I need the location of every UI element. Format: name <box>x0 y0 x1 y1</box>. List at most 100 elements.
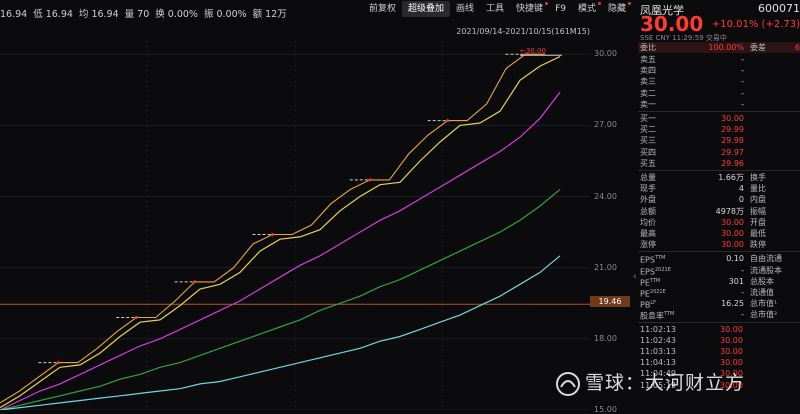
stat-row-value: 30.00 <box>721 229 744 238</box>
stat-row-label: 总额 <box>640 206 656 216</box>
trade-time: 11:03:13 <box>640 347 676 356</box>
fundamental-row: 股息率TTM - 总市值² <box>638 309 800 321</box>
ask-row-label: 卖一 <box>640 99 656 109</box>
toolbar-button-6[interactable]: 模式 <box>572 1 602 17</box>
stat-row-value: 30.00 <box>721 240 744 250</box>
limit-up-marker <box>368 178 372 182</box>
top-stat-5: 振 0.00% <box>203 9 247 20</box>
stat-row-label2: 最低 <box>750 229 766 238</box>
bid-row-value: 29.96 <box>721 158 744 168</box>
fundamental-label2: 流通股本 <box>750 265 782 275</box>
series-line-4 <box>0 255 561 410</box>
toolbar-button-5[interactable]: F9 <box>549 1 572 17</box>
price-chart[interactable]: ←30.00 <box>0 40 590 410</box>
stat-row-label2: 量比 <box>750 184 766 194</box>
trade-time: 11:02:43 <box>640 335 676 345</box>
stat-row-label2: 跌停 <box>750 240 766 250</box>
stat-row-label: 最高 <box>640 229 656 238</box>
toolbar-button-2[interactable]: 画线 <box>450 1 480 17</box>
toolbar-button-3[interactable]: 工具 <box>480 1 510 17</box>
ask-row: 卖五 - <box>638 54 800 65</box>
chart-area[interactable]: 16.94 低 16.94 均 16.94 量 70 换 0.00% 振 0.00% 额 1… <box>0 0 632 414</box>
collapse-arrow-icon[interactable]: ‹ <box>633 272 637 282</box>
limit-up-marker <box>446 119 450 123</box>
top-stat-0: 16.94 <box>0 9 28 20</box>
fundamental-row: PBLF 16.25 总市值¹ <box>638 298 800 310</box>
stat-row-value: 4978万 <box>715 206 744 216</box>
stat-row-label: 涨停 <box>640 240 656 250</box>
price-change: +10.01% (+2.73) <box>711 19 800 30</box>
ask-row-value: - <box>741 99 744 109</box>
stat-row-label2: 内盘 <box>750 195 766 205</box>
chart-toolbar: 前复权 超级叠加 画线 工具 快捷键 F9 模式 隐藏 <box>363 0 632 18</box>
bid-row: 买一 30.00 <box>638 113 800 124</box>
stat-row-value: 1.66万 <box>718 173 744 182</box>
ask-row-label: 卖五 <box>640 55 656 64</box>
toolbar-button-0[interactable]: 前复权 <box>363 1 402 17</box>
limit-up-marker <box>134 316 138 319</box>
ask-row: 卖一 - <box>638 99 800 110</box>
price-tick-label: 21.00 <box>594 262 617 272</box>
stat-row-label2: 开盘 <box>750 217 766 227</box>
fundamental-label2: 流通值 <box>750 288 774 297</box>
series-line-1 <box>0 56 561 409</box>
top-stat-4: 换 0.00% <box>155 9 198 20</box>
stat-row-label2: 换手 <box>750 173 766 182</box>
watermark-text: 雪球：大河财立方 <box>585 372 746 394</box>
series-line-3 <box>0 188 561 410</box>
trade-row: 11:03:13 30.00 <box>638 346 800 357</box>
top-stat-2: 均 16.94 <box>78 9 119 20</box>
fundamental-value: 301 <box>728 276 744 286</box>
ask-row-value: - <box>741 88 744 98</box>
snowball-logo-icon <box>556 371 580 396</box>
stat-row: 总额 4978万 振幅 <box>638 206 800 217</box>
fundamental-value: 0.10 <box>726 254 744 264</box>
trade-row: 11:02:43 30.00 <box>638 335 800 346</box>
stat-row-value: 0 <box>738 195 744 205</box>
price-tick-label: 27.00 <box>594 120 617 130</box>
price-tick-label: 18.00 <box>594 333 617 343</box>
bid-row-label: 买一 <box>640 114 656 123</box>
fundamental-value: - <box>741 310 744 320</box>
bid-row-value: 29.97 <box>721 147 744 157</box>
weibi-label: 委比 <box>640 43 656 52</box>
stock-code: 600071 <box>758 2 800 15</box>
stat-row-label2: 振幅 <box>750 206 766 216</box>
toolbar-button-4[interactable]: 快捷键 <box>510 1 549 17</box>
price-tick-label: 30.00 <box>594 49 617 59</box>
trade-price: 30.00 <box>720 347 743 356</box>
bid-row-label: 买二 <box>640 125 656 135</box>
stat-row: 涨停 30.00 跌停 <box>638 239 800 250</box>
fundamental-value: 16.25 <box>721 299 744 309</box>
fundamental-value: - <box>741 265 744 275</box>
ask-row: 卖三 - <box>638 76 800 87</box>
bid-row: 买三 29.98 <box>638 135 800 146</box>
stat-row: 总量 1.66万 换手 <box>638 172 800 183</box>
trade-time: 11:04:13 <box>640 358 676 368</box>
ask-row-label: 卖四 <box>640 66 656 76</box>
bid-row-label: 买五 <box>640 158 656 168</box>
stat-row-value: 4 <box>738 184 744 194</box>
top-stat-3: 量 70 <box>124 9 150 20</box>
stat-row-value: 30.00 <box>721 217 744 227</box>
bid-row-value: 29.98 <box>721 136 744 146</box>
stat-row: 现手 4 量比 <box>638 183 800 194</box>
trade-time: 11:02:13 <box>640 324 676 334</box>
price-tick-label: 24.00 <box>594 191 617 201</box>
ask-row-value: - <box>741 77 744 87</box>
stat-row-label: 总量 <box>640 173 656 182</box>
fundamental-row: PE2021E - 流通值 <box>638 287 800 299</box>
top-stats-bar: 16.94 低 16.94 均 16.94 量 70 换 0.00% 振 0.00% 额 1… <box>0 0 293 30</box>
toolbar-button-1[interactable]: 超级叠加 <box>402 1 451 17</box>
series-line-0 <box>0 53 545 404</box>
trade-row: 11:02:13 30.00 <box>638 324 800 335</box>
weicha-label: 委差 <box>750 43 766 52</box>
panel-divider <box>638 321 800 323</box>
bid-row-label: 买三 <box>640 136 656 146</box>
limit-up-marker <box>56 361 60 365</box>
fundamental-row: EPS2021E - 流通股本 <box>638 265 800 277</box>
bid-row-label: 买四 <box>640 147 656 157</box>
toolbar-button-7[interactable]: 隐藏 <box>602 1 632 17</box>
ask-row: 卖二 - <box>638 88 800 99</box>
ask-row-value: - <box>741 55 744 64</box>
